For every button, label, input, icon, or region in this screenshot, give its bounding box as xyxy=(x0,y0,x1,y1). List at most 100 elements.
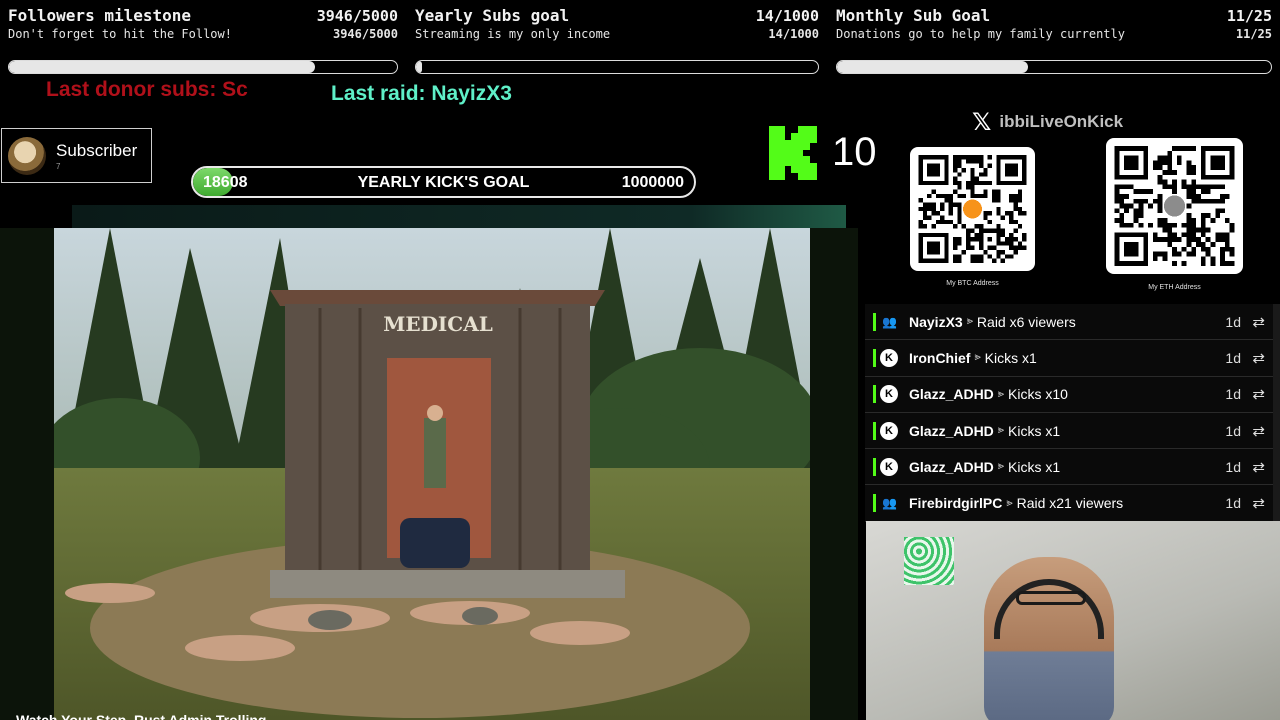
goal-title: Yearly Subs goal xyxy=(415,6,570,25)
game-right-border xyxy=(810,228,858,720)
accent-edge xyxy=(873,494,876,513)
chevron-right-icon: ⪢ xyxy=(997,387,1005,400)
replay-icon[interactable]: ⇄ xyxy=(1252,458,1265,476)
event-user: FirebirdgirlPC xyxy=(909,495,1003,512)
accent-edge xyxy=(873,421,876,440)
chevron-right-icon: ⪢ xyxy=(1006,496,1013,509)
event-action: Kicks x1 xyxy=(1008,422,1061,439)
goal-progress-bar xyxy=(8,60,398,74)
chevron-right-icon: ⪢ xyxy=(974,351,981,364)
kick-goal-label: YEARLY KICK'S GOAL xyxy=(357,174,530,191)
game-sign-text: MEDICAL xyxy=(383,312,493,336)
kick-icon: K xyxy=(880,385,898,404)
game-left-border xyxy=(0,228,54,720)
avatar xyxy=(8,136,46,175)
activity-feed-scrollbar[interactable] xyxy=(1273,304,1280,521)
yearly-subs-goal: Yearly Subs goal 14/1000 Streaming is my… xyxy=(407,0,827,80)
event-action: Raid x6 viewers xyxy=(976,313,1076,330)
event-time: 1d xyxy=(1225,349,1241,366)
raid-icon: 👥 xyxy=(882,314,897,329)
goal-count: 14/1000 xyxy=(755,7,819,25)
qr-pattern xyxy=(1114,146,1235,266)
goal-progress-fill xyxy=(9,61,316,73)
qr-pattern xyxy=(918,155,1027,263)
kick-icon: K xyxy=(880,348,898,367)
event-time: 1d xyxy=(1225,495,1241,512)
activity-feed: 👥 NayizX3 ⪢ Raid x6 viewers 1d ⇄ K IronChief ⪢ Ki… xyxy=(865,304,1273,522)
accent-edge xyxy=(873,457,876,476)
accent-edge xyxy=(873,312,876,331)
goal-sub-count: 14/1000 xyxy=(768,27,819,41)
game-scene: MEDICAL xyxy=(0,228,858,720)
list-item[interactable]: 👥 NayizX3 ⪢ Raid x6 viewers 1d ⇄ xyxy=(865,304,1273,341)
event-user: Glazz_ADHD xyxy=(909,422,994,439)
game-title-strip xyxy=(72,205,846,229)
bitcoin-icon xyxy=(962,199,983,219)
eth-qr-code xyxy=(1106,138,1243,274)
event-user: Glazz_ADHD xyxy=(909,458,994,475)
event-action: Raid x21 viewers xyxy=(1016,495,1124,512)
goal-subtitle: Donations go to help my family currently xyxy=(836,27,1125,41)
replay-icon[interactable]: ⇄ xyxy=(1252,313,1265,331)
goal-progress-fill xyxy=(416,61,422,73)
goal-progress-fill xyxy=(837,61,1028,73)
game-caption: Watch Your Step, Rust Admin Trolling xyxy=(16,712,267,720)
goal-progress-bar xyxy=(415,60,819,74)
event-time: 1d xyxy=(1225,386,1241,403)
event-time: 1d xyxy=(1225,422,1241,439)
social-handle-text: ibbiLiveOnKick xyxy=(999,112,1124,131)
kick-icon: K xyxy=(880,457,898,476)
replay-icon[interactable]: ⇄ xyxy=(1252,422,1265,440)
kick-logo-icon xyxy=(769,126,817,180)
goal-sub-count: 3946/5000 xyxy=(332,27,398,41)
x-social-handle: 𝕏 ibbiLiveOnKick xyxy=(972,108,1123,136)
game-capture: MEDICAL xyxy=(0,228,858,720)
yearly-kick-goal-bar: 18608 YEARLY KICK'S GOAL 1000000 xyxy=(191,166,696,198)
kick-icon: K xyxy=(880,421,898,440)
goal-title: Monthly Sub Goal xyxy=(836,6,991,25)
replay-icon[interactable]: ⇄ xyxy=(1252,494,1265,512)
last-donor-ticker: Last donor subs: Sc xyxy=(0,76,280,104)
event-user: IronChief xyxy=(909,349,971,366)
list-item[interactable]: K Glazz_ADHD ⪢ Kicks x1 1d ⇄ xyxy=(865,413,1273,450)
last-raid-text: Last raid: NayizX3 xyxy=(331,82,512,105)
event-action: Kicks x1 xyxy=(1008,458,1061,475)
list-item[interactable]: K Glazz_ADHD ⪢ Kicks x1 1d ⇄ xyxy=(865,449,1273,486)
ethereum-icon xyxy=(1163,195,1186,217)
chevron-right-icon: ⪢ xyxy=(997,424,1005,437)
list-item[interactable]: K Glazz_ADHD ⪢ Kicks x10 1d ⇄ xyxy=(865,377,1273,413)
goal-subtitle: Streaming is my only income xyxy=(415,27,611,41)
goal-progress-bar xyxy=(836,60,1272,74)
event-user: Glazz_ADHD xyxy=(909,386,994,403)
goal-subtitle: Don't forget to hit the Follow! xyxy=(8,27,232,41)
replay-icon[interactable]: ⇄ xyxy=(1252,385,1265,403)
accent-edge xyxy=(873,348,876,367)
list-item[interactable]: 👥 FirebirdgirlPC ⪢ Raid x21 viewers 1d ⇄ xyxy=(865,485,1273,522)
event-time: 1d xyxy=(1225,313,1241,330)
event-user: NayizX3 xyxy=(909,313,963,330)
glasses-shape xyxy=(1016,591,1086,605)
chevron-right-icon: ⪢ xyxy=(966,315,973,328)
btc-qr-caption: My BTC Address xyxy=(946,280,999,287)
accent-edge xyxy=(873,385,876,404)
sticker-image xyxy=(904,537,954,585)
kick-counter-value: 10 xyxy=(832,130,877,174)
replay-icon[interactable]: ⇄ xyxy=(1252,349,1265,367)
chevron-right-icon: ⪢ xyxy=(997,460,1005,473)
goal-count: 3946/5000 xyxy=(316,7,398,25)
event-time: 1d xyxy=(1225,458,1241,475)
kick-goal-target: 1000000 xyxy=(621,174,684,191)
subscriber-count: 7 xyxy=(56,161,61,171)
goal-title: Followers milestone xyxy=(8,6,192,25)
goal-count: 11/25 xyxy=(1226,7,1272,25)
last-donor-text: Last donor subs: Sc xyxy=(46,78,248,101)
event-action: Kicks x1 xyxy=(984,349,1037,366)
eth-qr-caption: My ETH Address xyxy=(1148,284,1201,291)
list-item[interactable]: K IronChief ⪢ Kicks x1 1d ⇄ xyxy=(865,340,1273,377)
subscriber-card: Subscriber 7 xyxy=(1,128,152,183)
monthly-sub-goal: Monthly Sub Goal 11/25 Donations go to h… xyxy=(828,0,1280,80)
btc-qr-code xyxy=(910,147,1035,271)
raid-icon: 👥 xyxy=(882,496,897,511)
goal-sub-count: 11/25 xyxy=(1235,27,1272,41)
x-logo-icon: 𝕏 xyxy=(972,108,992,136)
